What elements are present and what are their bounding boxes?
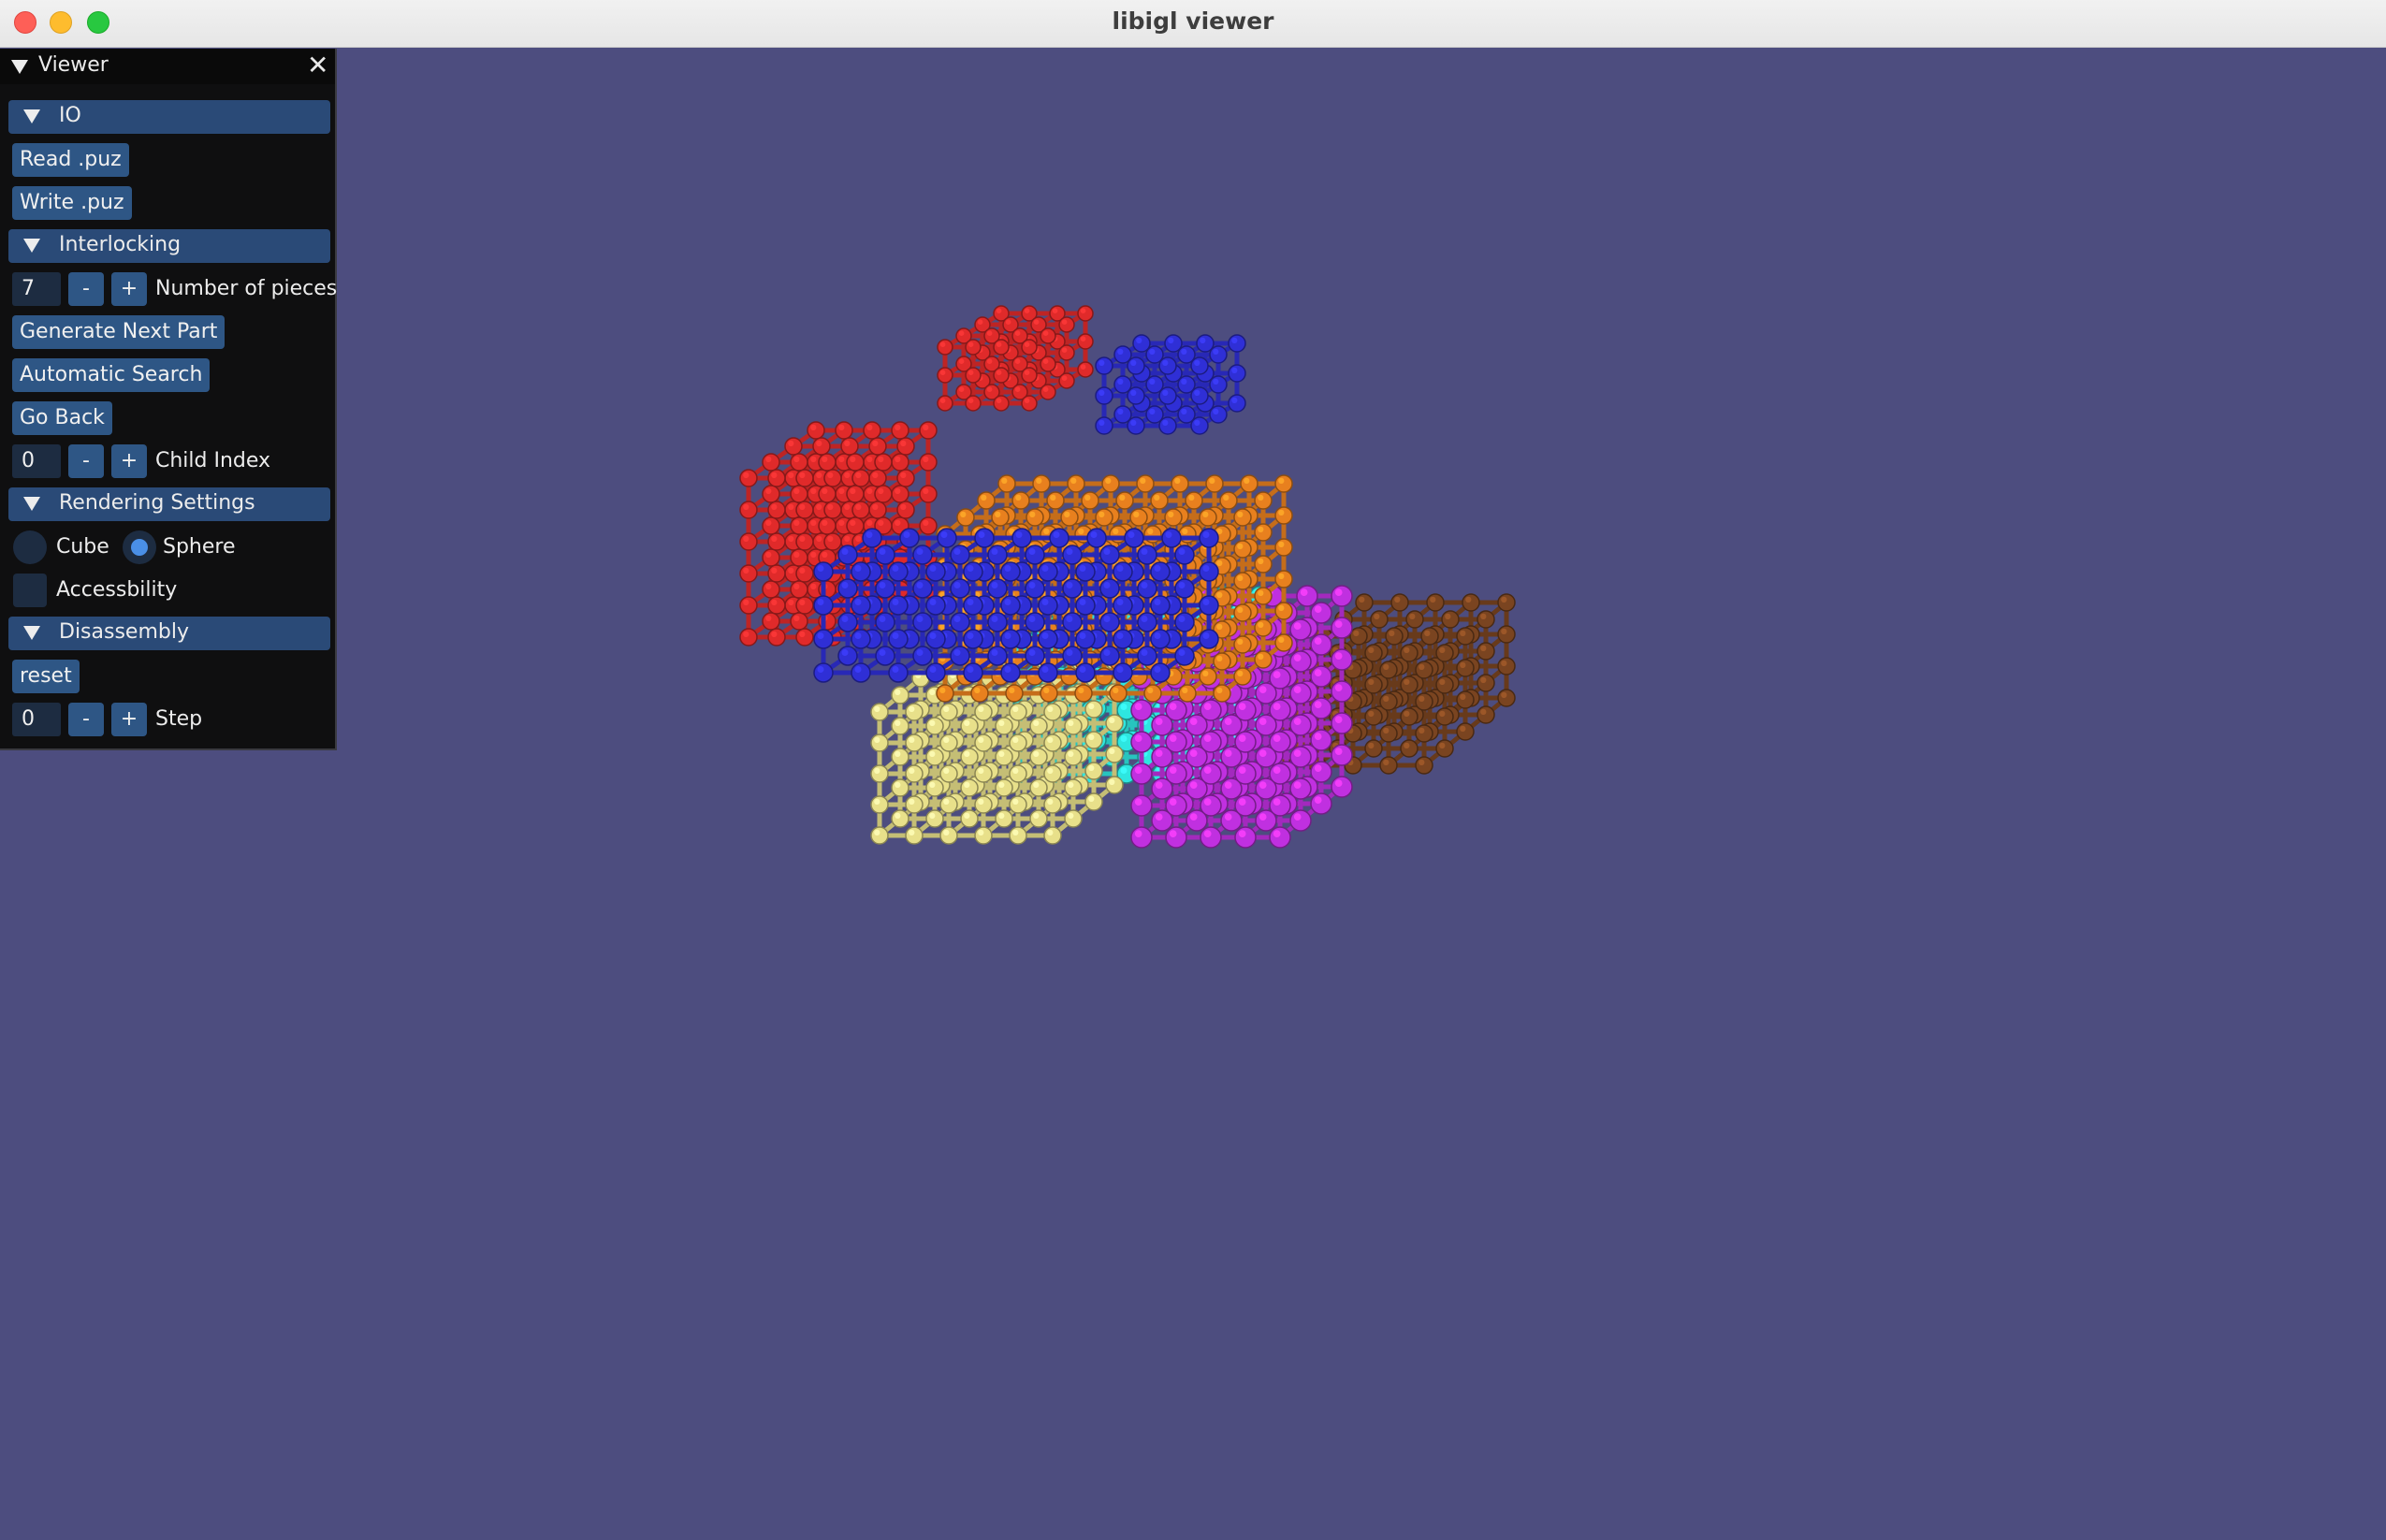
cube-label: Cube: [56, 535, 109, 559]
section-label: Rendering Settings: [59, 491, 255, 515]
puzzle-piece-blue-top: [1095, 334, 1246, 435]
read-puz-button[interactable]: Read .puz: [12, 143, 129, 177]
chevron-down-icon: [23, 497, 40, 511]
chevron-down-icon: [23, 239, 40, 253]
number-of-pieces-label: Number of pieces: [155, 277, 338, 300]
section-header-interlocking[interactable]: Interlocking: [8, 229, 330, 263]
section-header-rendering-settings[interactable]: Rendering Settings: [8, 487, 330, 521]
section-label: Disassembly: [59, 620, 189, 644]
go-back-button[interactable]: Go Back: [12, 401, 112, 435]
section-label: IO: [59, 104, 81, 127]
write-puz-button[interactable]: Write .puz: [12, 186, 132, 220]
chevron-down-icon: [23, 109, 40, 123]
sphere-radio[interactable]: [123, 530, 156, 564]
step-label: Step: [155, 707, 203, 731]
child-index-increment-button[interactable]: +: [111, 444, 147, 478]
automatic-search-button[interactable]: Automatic Search: [12, 358, 211, 392]
section-header-disassembly[interactable]: Disassembly: [8, 617, 330, 650]
puzzle-piece-red: [937, 305, 1094, 412]
number-of-pieces-increment-button[interactable]: +: [111, 272, 147, 306]
section-header-io[interactable]: IO: [8, 100, 330, 134]
child-index-label: Child Index: [155, 449, 271, 472]
step-decrement-button[interactable]: -: [68, 703, 104, 736]
generate-next-part-button[interactable]: Generate Next Part: [12, 315, 226, 349]
accessibility-label: Accessbility: [56, 578, 178, 602]
chevron-down-icon: [23, 626, 40, 640]
collapse-triangle-icon[interactable]: [11, 60, 28, 74]
number-of-pieces-input[interactable]: 7: [12, 272, 61, 306]
sphere-label: Sphere: [163, 535, 236, 559]
child-index-input[interactable]: 0: [12, 444, 61, 478]
accessibility-checkbox[interactable]: [13, 574, 47, 607]
section-label: Interlocking: [59, 233, 182, 256]
window-title: libigl viewer: [1112, 7, 1274, 35]
child-index-decrement-button[interactable]: -: [68, 444, 104, 478]
panel-title-bar[interactable]: Viewer ✕: [0, 49, 335, 84]
step-input[interactable]: 0: [12, 703, 61, 736]
panel-title: Viewer: [38, 53, 109, 77]
close-icon[interactable]: ✕: [307, 50, 328, 81]
reset-button[interactable]: reset: [12, 660, 80, 693]
viewer-menu-panel: Viewer ✕ IO Read .puz Write .puz Interlo…: [0, 49, 337, 750]
cube-radio[interactable]: [13, 530, 47, 564]
step-increment-button[interactable]: +: [111, 703, 147, 736]
number-of-pieces-decrement-button[interactable]: -: [68, 272, 104, 306]
window-title-bar: libigl viewer: [0, 0, 2386, 48]
viewer-canvas[interactable]: [0, 48, 2386, 1540]
puzzle-render: [739, 305, 1516, 849]
